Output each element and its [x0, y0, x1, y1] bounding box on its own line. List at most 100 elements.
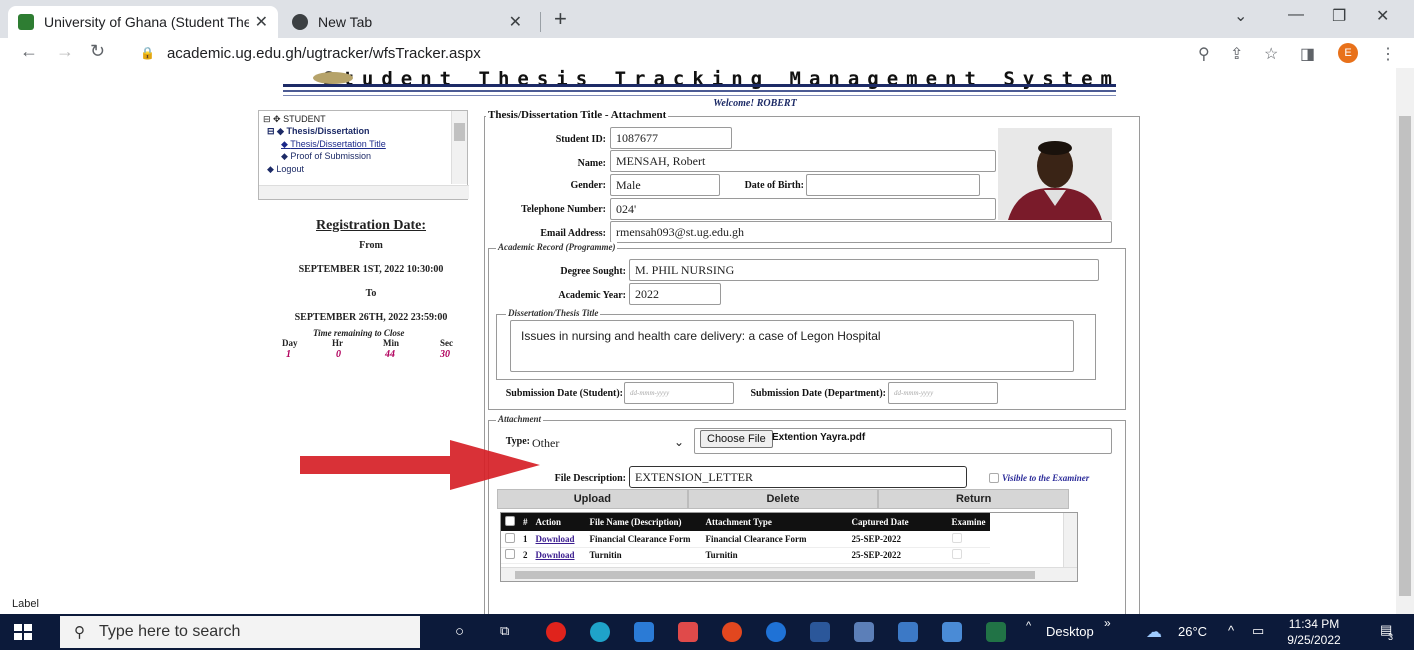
select-all-checkbox[interactable]	[505, 516, 515, 526]
examiner-cell[interactable]	[947, 531, 990, 548]
telephone-field[interactable]: 024'	[610, 198, 996, 220]
examiner-checkbox[interactable]	[951, 549, 962, 559]
name-field[interactable]: MENSAH, Robert	[610, 150, 996, 172]
bookmark-star-icon[interactable]: ☆	[1264, 44, 1278, 64]
tab-search-chevron-icon[interactable]: ⌄	[1234, 6, 1247, 26]
tree-item-proof-of-submission[interactable]: ◆ Proof of Submission	[281, 151, 371, 162]
grid-vertical-scrollbar[interactable]	[1063, 513, 1077, 567]
windows-start-icon[interactable]	[14, 624, 32, 640]
taskbar-search-placeholder: Type here to search	[99, 623, 241, 640]
download-link[interactable]: Download	[531, 547, 586, 564]
calculator-icon[interactable]	[854, 622, 874, 642]
return-button[interactable]: Return	[878, 489, 1070, 509]
app-icon[interactable]	[678, 622, 698, 642]
restore-button[interactable]: ❐	[1332, 6, 1346, 26]
chevron-down-icon: ⌄	[673, 435, 684, 449]
tree-group-thesis[interactable]: ⊟ ◆ Thesis/Dissertation	[267, 126, 370, 137]
grid-horizontal-scrollbar[interactable]	[501, 567, 1077, 581]
clock-time: 11:34 PM	[1288, 617, 1340, 631]
zoom-icon[interactable]: ⚲	[1198, 44, 1210, 64]
desktop-toolbar-label[interactable]: Desktop	[1046, 624, 1094, 639]
attachment-type-cell: Financial Clearance Form	[701, 531, 848, 548]
countdown-value: 0	[336, 349, 341, 360]
address-bar[interactable]: 🔒 academic.ug.edu.gh/ugtracker/wfsTracke…	[128, 40, 1278, 66]
store-icon[interactable]	[634, 622, 654, 642]
row-checkbox[interactable]	[505, 532, 515, 543]
degree-field[interactable]: M. PHIL NURSING	[629, 259, 1099, 281]
row-number: 2	[519, 547, 532, 564]
thesis-title-textarea[interactable]: Issues in nursing and health care delive…	[510, 320, 1074, 372]
attachments-grid: # Action File Name (Description) Attachm…	[500, 512, 1078, 582]
taskbar-search-box[interactable]: ⚲ Type here to search	[60, 616, 420, 648]
email-field[interactable]: rmensah093@st.ug.edu.gh	[610, 221, 1112, 243]
page-scroll-thumb[interactable]	[1399, 116, 1411, 596]
dob-field[interactable]	[806, 174, 980, 196]
task-view-icon[interactable]: ⧉	[500, 623, 509, 639]
examiner-checkbox[interactable]	[951, 532, 962, 543]
opera-icon[interactable]	[546, 622, 566, 642]
back-button[interactable]: ←	[20, 41, 38, 62]
download-link[interactable]: Download	[531, 531, 586, 548]
word-icon[interactable]	[810, 622, 830, 642]
tree-item-logout[interactable]: ◆ Logout	[267, 164, 304, 175]
tab-new-tab[interactable]: New Tab ✕	[282, 6, 532, 38]
student-photo	[998, 128, 1112, 220]
internet-explorer-icon[interactable]	[766, 622, 786, 642]
attachment-legend: Attachment	[496, 414, 544, 424]
photos-icon[interactable]	[942, 622, 962, 642]
taskbar-clock[interactable]: 11:34 PM 9/25/2022	[1284, 616, 1344, 648]
tray-chevron-icon[interactable]: ^	[1228, 623, 1234, 638]
file-name-cell: Financial Clearance Form	[585, 531, 702, 548]
weather-cloud-icon[interactable]: ☁	[1146, 622, 1162, 642]
share-icon[interactable]: ⇪	[1230, 44, 1243, 64]
submission-student-field[interactable]: dd-mmm-yyyy	[624, 382, 734, 404]
visible-to-examiner-checkbox[interactable]	[989, 473, 999, 483]
delete-button[interactable]: Delete	[687, 489, 879, 509]
edge-icon[interactable]	[590, 622, 610, 642]
banner-rule	[283, 90, 1116, 92]
tree-root-student[interactable]: ⊟ ✥ STUDENT	[263, 114, 326, 125]
chevron-up-icon[interactable]: ^	[1026, 620, 1031, 632]
close-icon[interactable]: ✕	[255, 12, 268, 32]
academic-year-field[interactable]: 2022	[629, 283, 721, 305]
page-vertical-scrollbar[interactable]	[1396, 68, 1414, 614]
profile-avatar[interactable]: E	[1338, 43, 1358, 63]
reload-button[interactable]: ↻	[90, 41, 105, 62]
tree-item-thesis-title[interactable]: ◆ Thesis/Dissertation Title	[281, 139, 386, 150]
close-icon[interactable]: ✕	[509, 12, 522, 32]
tab-title: New Tab	[318, 14, 373, 30]
side-panel-icon[interactable]: ◨	[1300, 44, 1315, 64]
new-tab-button[interactable]: +	[554, 6, 567, 32]
tab-university-of-ghana[interactable]: University of Ghana (Student The ✕	[8, 6, 278, 38]
email-label: Email Address:	[540, 228, 606, 239]
file-explorer-icon[interactable]	[898, 622, 918, 642]
registration-to-label: To	[365, 288, 377, 299]
choose-file-button[interactable]: Choose File	[700, 430, 773, 448]
menu-kebab-icon[interactable]: ⋮	[1380, 44, 1396, 64]
table-row: 1 Download Financial Clearance Form Fina…	[501, 531, 990, 548]
submission-department-field[interactable]: dd-mmm-yyyy	[888, 382, 998, 404]
row-checkbox-cell[interactable]	[501, 531, 519, 548]
chrome-taskbar-icon[interactable]	[722, 622, 742, 642]
gender-field[interactable]: Male	[610, 174, 720, 196]
weather-temperature[interactable]: 26°C	[1178, 624, 1207, 639]
examiner-cell[interactable]	[947, 547, 990, 564]
minimize-button[interactable]: —	[1288, 6, 1304, 24]
tree-horizontal-scrollbar[interactable]	[259, 185, 469, 199]
tree-vertical-scrollbar[interactable]	[451, 111, 467, 184]
type-select[interactable]: Other ⌄	[530, 432, 688, 454]
student-id-field[interactable]: 1087677	[610, 127, 732, 149]
countdown-value: 30	[440, 349, 450, 360]
forward-button[interactable]: →	[56, 41, 74, 62]
double-chevron-icon[interactable]: »	[1104, 616, 1111, 630]
row-checkbox-cell[interactable]	[501, 547, 519, 564]
select-all-header[interactable]	[501, 513, 519, 531]
upload-button[interactable]: Upload	[497, 489, 688, 509]
close-window-button[interactable]: ✕	[1376, 6, 1389, 26]
row-checkbox[interactable]	[505, 549, 515, 559]
excel-icon[interactable]	[986, 622, 1006, 642]
file-description-field[interactable]: EXTENSION_LETTER	[629, 466, 967, 488]
cortana-icon[interactable]: ○	[455, 623, 464, 640]
battery-icon[interactable]: ▭	[1252, 623, 1264, 639]
countdown-unit: Sec	[440, 338, 453, 348]
